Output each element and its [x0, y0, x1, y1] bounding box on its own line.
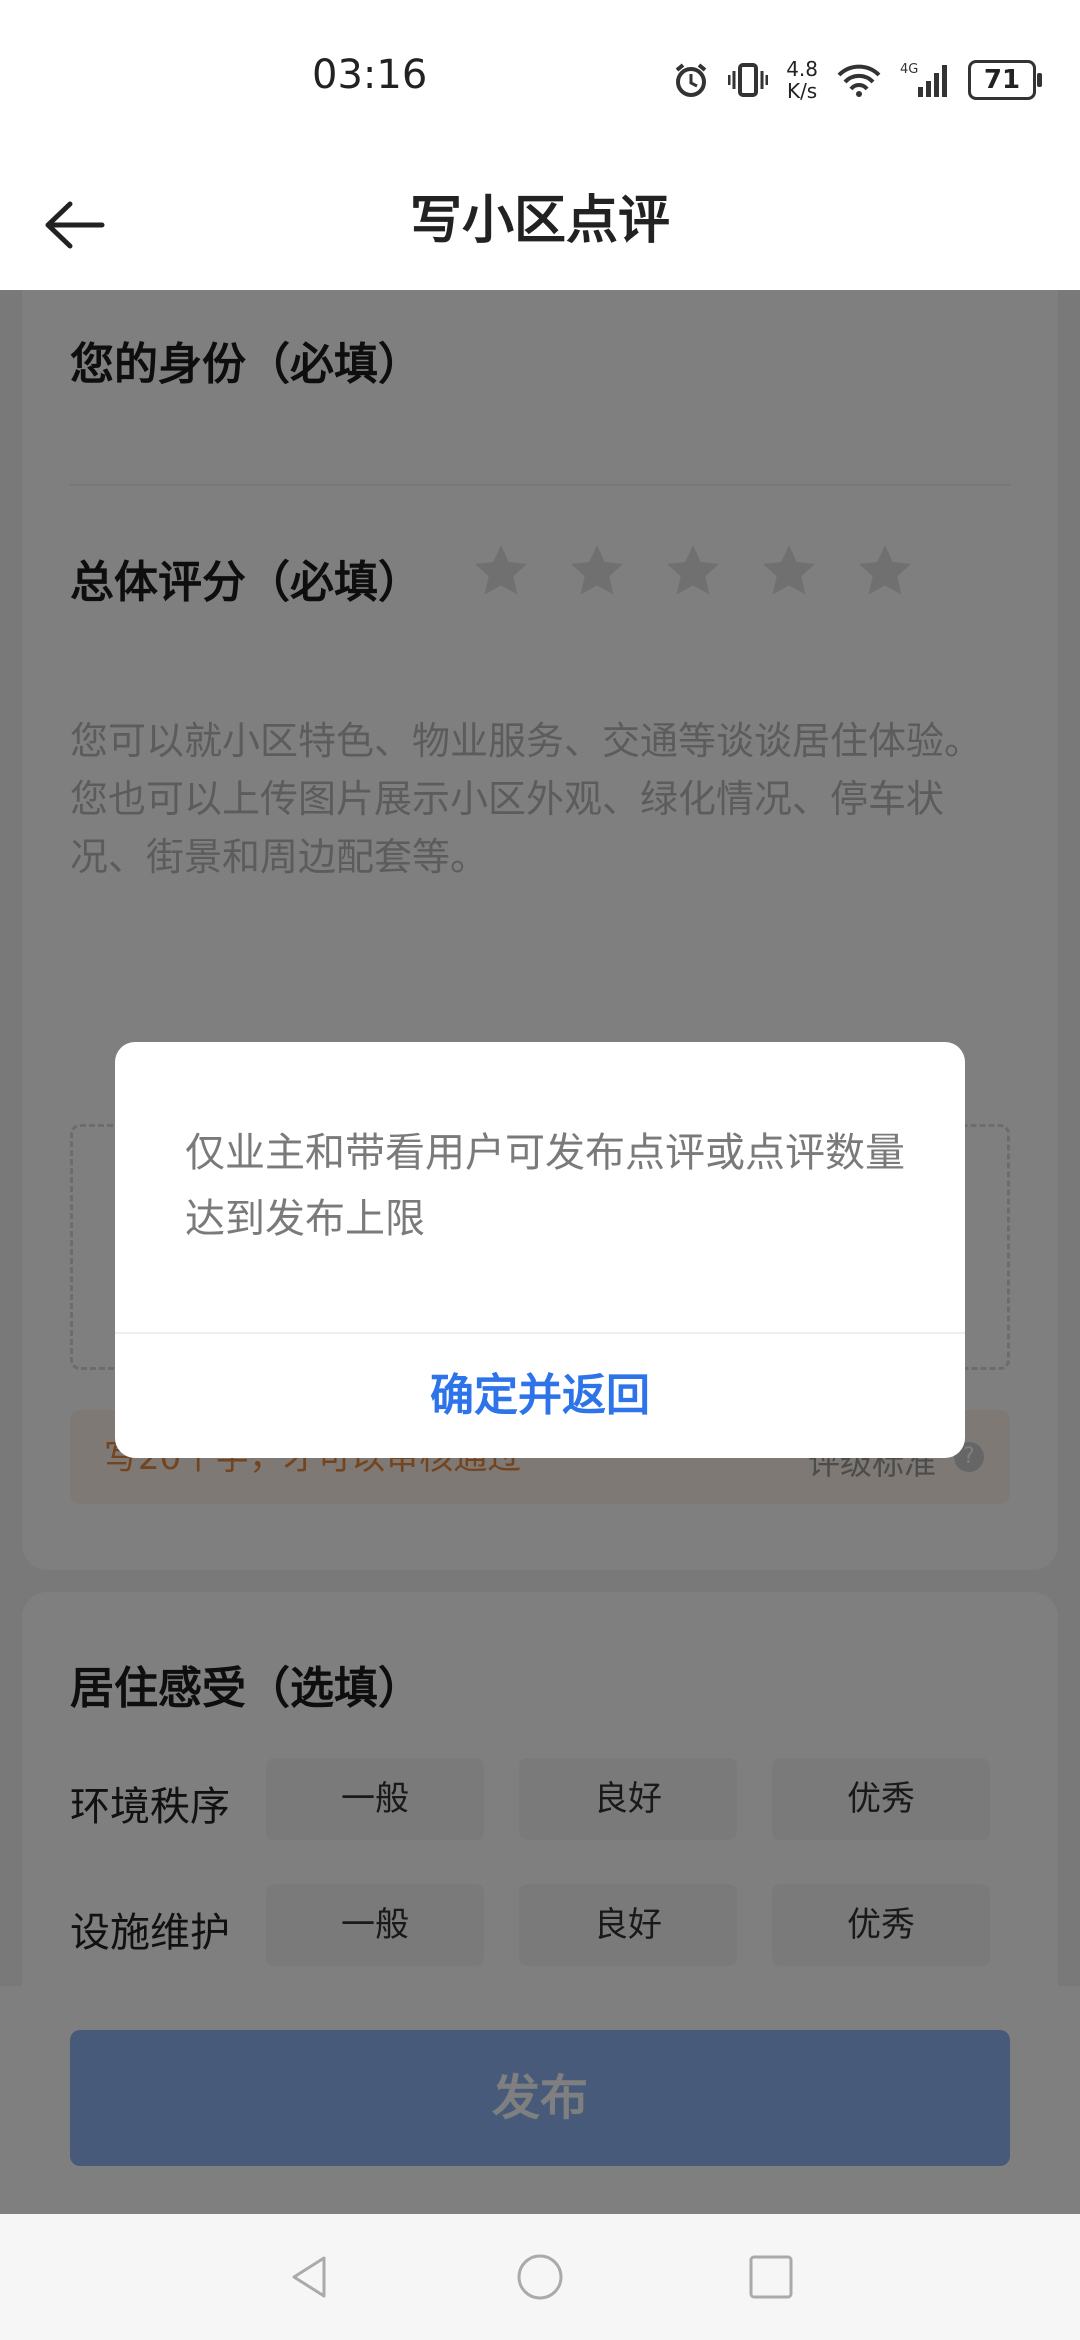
status-time: 03:16 — [312, 52, 428, 98]
battery-indicator: 71 — [968, 60, 1042, 100]
alert-dialog: 仅业主和带看用户可发布点评或点评数量达到发布上限 确定并返回 — [115, 1042, 965, 1458]
nav-recents-icon[interactable] — [746, 2252, 796, 2302]
dialog-message: 仅业主和带看用户可发布点评或点评数量达到发布上限 — [185, 1130, 905, 1242]
wifi-icon — [837, 64, 881, 97]
page-title: 写小区点评 — [409, 191, 670, 251]
cellular-4g-icon: 4G — [900, 62, 947, 97]
status-icons: 4.8 K/s 4G 71 — [672, 56, 1042, 104]
nav-back-icon[interactable] — [284, 2252, 334, 2302]
nav-home-icon[interactable] — [515, 2252, 565, 2302]
net-speed: 4.8 K/s — [786, 57, 818, 103]
vibrate-icon — [728, 63, 769, 97]
confirm-return-button[interactable]: 确定并返回 — [115, 1334, 965, 1458]
svg-text:4G: 4G — [900, 62, 918, 77]
alarm-icon — [675, 63, 707, 97]
